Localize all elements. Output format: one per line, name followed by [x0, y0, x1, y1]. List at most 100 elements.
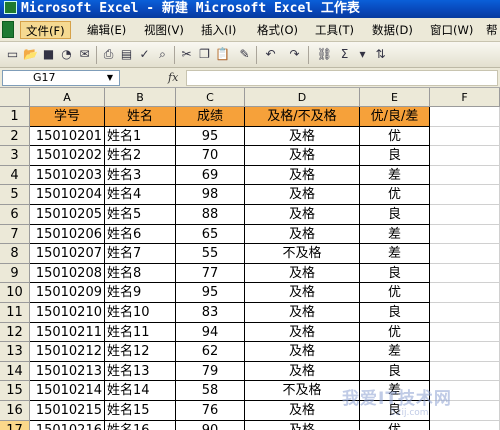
cell-name[interactable]: 姓名9 [105, 283, 176, 303]
cell-pass-fail[interactable]: 及格 [245, 342, 360, 362]
cell-pass-fail[interactable]: 及格 [245, 205, 360, 225]
new-icon[interactable]: ▭ [4, 46, 21, 63]
column-header-e[interactable]: E [360, 88, 430, 107]
cell-pass-fail[interactable]: 及格 [245, 401, 360, 421]
redo-icon[interactable]: ↷ [286, 46, 303, 63]
cell-pass-fail[interactable]: 及格 [245, 303, 360, 323]
row-header[interactable]: 5 [0, 185, 30, 205]
row-header[interactable]: 7 [0, 224, 30, 245]
cell-grade[interactable]: 良 [360, 146, 430, 166]
row-header[interactable]: 13 [0, 342, 30, 362]
cell-score[interactable]: 88 [176, 205, 245, 225]
cell-grade[interactable]: 优 [360, 185, 430, 205]
permission-icon[interactable]: ◔ [58, 46, 75, 63]
paste-icon[interactable]: 📋 [214, 46, 231, 63]
empty-cell[interactable] [430, 303, 500, 323]
row-header[interactable]: 17 [0, 420, 30, 430]
cell-name[interactable]: 姓名13 [105, 361, 176, 382]
row-header[interactable]: 14 [0, 361, 30, 382]
menu-help[interactable]: 帮 [481, 21, 500, 39]
column-header-f[interactable]: F [430, 88, 500, 107]
cell-pass-fail[interactable]: 及格 [245, 322, 360, 343]
header-cell-name[interactable]: 姓名 [105, 107, 176, 127]
empty-cell[interactable] [430, 224, 500, 245]
cut-icon[interactable]: ✂ [178, 46, 195, 63]
empty-cell[interactable] [430, 244, 500, 264]
cell-name[interactable]: 姓名5 [105, 205, 176, 225]
format-painter-icon[interactable]: ✎ [236, 46, 253, 63]
cell-grade[interactable]: 良 [360, 263, 430, 284]
cell-score[interactable]: 62 [176, 342, 245, 362]
cell-grade[interactable]: 良 [360, 361, 430, 382]
cell-grade[interactable]: 差 [360, 342, 430, 362]
cell-student-id[interactable]: 15010214 [30, 381, 105, 401]
cell-pass-fail[interactable]: 及格 [245, 224, 360, 245]
print-preview-icon[interactable]: ▤ [118, 46, 135, 63]
cell-score[interactable]: 69 [176, 165, 245, 186]
cell-grade[interactable]: 良 [360, 205, 430, 225]
save-icon[interactable]: ■ [40, 46, 57, 63]
header-cell-score[interactable]: 成绩 [176, 107, 245, 127]
cell-pass-fail[interactable]: 及格 [245, 263, 360, 284]
empty-cell[interactable] [430, 381, 500, 401]
cell-student-id[interactable]: 15010206 [30, 224, 105, 245]
dropdown-arrow-icon[interactable]: ▾ [354, 46, 371, 63]
print-icon[interactable]: ⎙ [100, 46, 117, 63]
empty-cell[interactable] [430, 107, 500, 127]
cell-name[interactable]: 姓名16 [105, 420, 176, 430]
cell-student-id[interactable]: 15010210 [30, 303, 105, 323]
row-header[interactable]: 4 [0, 165, 30, 186]
cell-student-id[interactable]: 15010209 [30, 283, 105, 303]
cell-grade[interactable]: 优 [360, 283, 430, 303]
cell-student-id[interactable]: 15010207 [30, 244, 105, 264]
column-header-a[interactable]: A [30, 88, 105, 107]
cell-score[interactable]: 83 [176, 303, 245, 323]
cell-pass-fail[interactable]: 及格 [245, 185, 360, 205]
cell-score[interactable]: 65 [176, 224, 245, 245]
cell-name[interactable]: 姓名3 [105, 165, 176, 186]
cell-grade[interactable]: 差 [360, 381, 430, 401]
cell-student-id[interactable]: 15010215 [30, 401, 105, 421]
sort-ascending-icon[interactable]: ⇅ [372, 46, 389, 63]
cell-pass-fail[interactable]: 及格 [245, 126, 360, 147]
menu-insert[interactable]: 插入(I) [196, 21, 241, 39]
row-header[interactable]: 11 [0, 303, 30, 323]
cell-name[interactable]: 姓名8 [105, 263, 176, 284]
cell-student-id[interactable]: 15010212 [30, 342, 105, 362]
empty-cell[interactable] [430, 283, 500, 303]
hyperlink-icon[interactable]: ⛓ [316, 46, 333, 63]
cell-score[interactable]: 95 [176, 283, 245, 303]
empty-cell[interactable] [430, 205, 500, 225]
open-icon[interactable]: 📂 [22, 46, 39, 63]
cell-name[interactable]: 姓名15 [105, 401, 176, 421]
cell-student-id[interactable]: 15010203 [30, 165, 105, 186]
row-header[interactable]: 6 [0, 205, 30, 225]
cell-pass-fail[interactable]: 及格 [245, 420, 360, 430]
header-cell-pass-fail[interactable]: 及格/不及格 [245, 107, 360, 127]
name-box[interactable]: G17 [2, 70, 120, 86]
undo-icon[interactable]: ↶ [262, 46, 279, 63]
research-icon[interactable]: ⌕ [154, 46, 171, 63]
copy-icon[interactable]: ❐ [196, 46, 213, 63]
row-header[interactable]: 9 [0, 263, 30, 284]
header-cell-grade[interactable]: 优/良/差 [360, 107, 430, 127]
cell-student-id[interactable]: 15010213 [30, 361, 105, 382]
menu-tools[interactable]: 工具(T) [310, 21, 359, 39]
autosum-icon[interactable]: Σ [336, 46, 353, 63]
cell-score[interactable]: 70 [176, 146, 245, 166]
menu-file[interactable]: 文件(F) [20, 21, 71, 39]
cell-name[interactable]: 姓名14 [105, 381, 176, 401]
column-header-b[interactable]: B [105, 88, 176, 107]
cell-student-id[interactable]: 15010205 [30, 205, 105, 225]
cell-grade[interactable]: 差 [360, 165, 430, 186]
header-cell-student-id[interactable]: 学号 [30, 107, 105, 127]
row-header[interactable]: 12 [0, 322, 30, 343]
row-header[interactable]: 16 [0, 401, 30, 421]
menu-view[interactable]: 视图(V) [139, 21, 189, 39]
cell-grade[interactable]: 优 [360, 322, 430, 343]
empty-cell[interactable] [430, 146, 500, 166]
cell-name[interactable]: 姓名1 [105, 126, 176, 147]
cell-pass-fail[interactable]: 不及格 [245, 244, 360, 264]
cell-score[interactable]: 95 [176, 126, 245, 147]
cell-score[interactable]: 55 [176, 244, 245, 264]
